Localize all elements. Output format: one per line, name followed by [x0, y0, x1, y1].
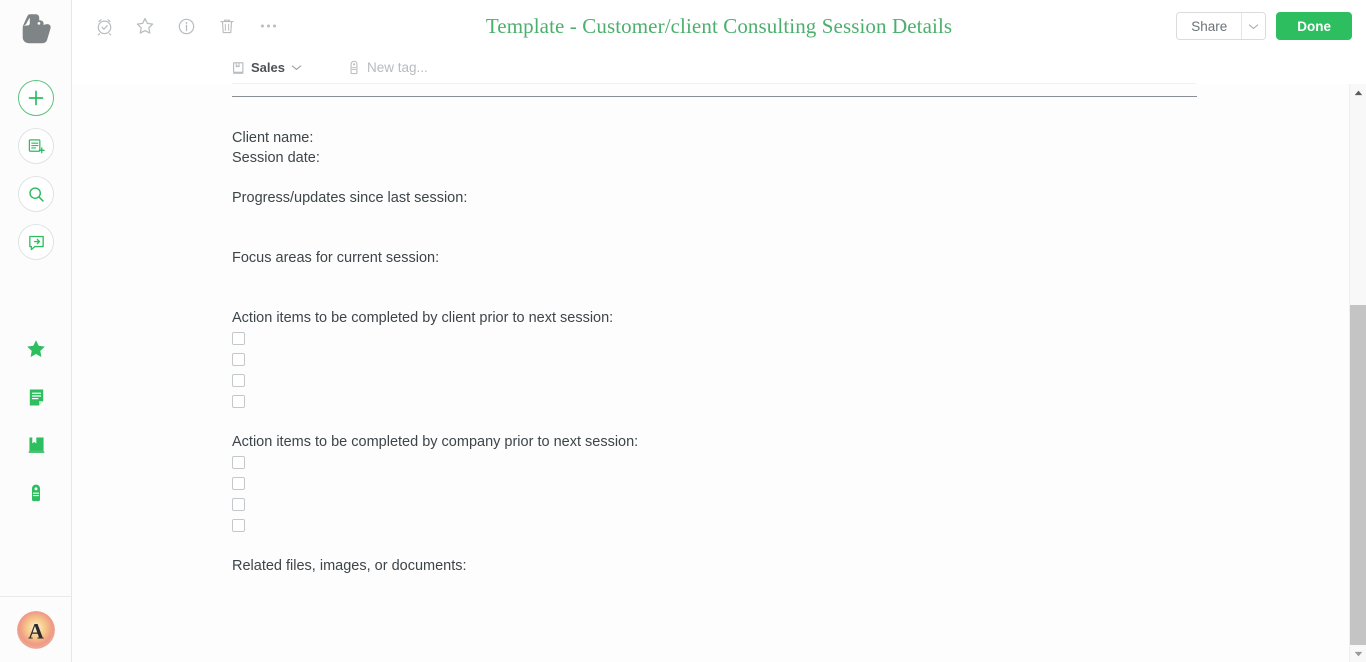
note-paragraph[interactable]: Action items to be completed by company …: [232, 432, 1232, 452]
note-plus-icon: [28, 138, 45, 153]
scroll-up-button[interactable]: [1350, 84, 1366, 101]
new-from-template-button[interactable]: [18, 128, 54, 164]
left-rail: A: [0, 0, 72, 662]
rail-navigation: [0, 325, 72, 517]
note-paragraph[interactable]: Client name:: [232, 128, 1232, 148]
note-paragraph[interactable]: Focus areas for current session:: [232, 248, 1232, 268]
note-info-button[interactable]: [174, 14, 198, 38]
share-arrow-icon: [28, 235, 44, 250]
star-outline-icon: [136, 17, 154, 34]
avatar[interactable]: A: [17, 610, 55, 649]
checkbox[interactable]: [232, 353, 245, 366]
horizontal-rule: [232, 96, 1197, 97]
avatar-initial: A: [28, 619, 44, 643]
note-icon: [29, 388, 43, 406]
tag-icon: [32, 484, 40, 502]
note-paragraph[interactable]: Progress/updates since last session:: [232, 188, 1232, 208]
scrollbar-thumb[interactable]: [1350, 305, 1366, 645]
search-button[interactable]: [18, 176, 54, 212]
favorite-button[interactable]: [133, 14, 157, 38]
share-button[interactable]: Share: [1177, 13, 1242, 39]
info-circle-icon: [178, 18, 194, 34]
sidebar-item-shortcuts[interactable]: [0, 325, 72, 373]
note-metadata-bar: Sales New tag...: [232, 52, 1196, 84]
note-body[interactable]: Client name: Session date: Progress/update…: [232, 128, 1232, 576]
scrollbar-track[interactable]: [1350, 101, 1366, 645]
note-paragraph[interactable]: Session date:: [232, 148, 1232, 168]
rail-quick-actions: [0, 80, 72, 272]
checklist-item[interactable]: [232, 473, 1232, 494]
checkbox[interactable]: [232, 374, 245, 387]
plus-icon: [28, 90, 44, 106]
search-icon: [28, 186, 44, 202]
chevron-down-icon: [1249, 23, 1259, 29]
note-action-icons: [92, 0, 280, 52]
share-note-button[interactable]: [18, 224, 54, 260]
notebook-name: Sales: [251, 60, 285, 75]
checkbox[interactable]: [232, 332, 245, 345]
share-dropdown-button[interactable]: [1241, 13, 1266, 39]
checkbox[interactable]: [232, 477, 245, 490]
note-editor-scroll-area[interactable]: Client name: Session date: Progress/update…: [72, 84, 1349, 662]
reminder-button[interactable]: [92, 14, 116, 38]
note-toolbar: Template - Customer/client Consulting Se…: [72, 0, 1366, 52]
note-paragraph[interactable]: Related files, images, or documents:: [232, 556, 1232, 576]
checkbox[interactable]: [232, 395, 245, 408]
checklist-item[interactable]: [232, 391, 1232, 412]
note-paragraph[interactable]: Action items to be completed by client p…: [232, 308, 1232, 328]
star-icon: [27, 340, 45, 357]
sidebar-item-notebooks[interactable]: [0, 421, 72, 469]
ellipsis-icon: [260, 24, 276, 28]
sidebar-item-tags[interactable]: [0, 469, 72, 517]
share-button-group: Share: [1176, 12, 1267, 40]
tag-input-placeholder: New tag...: [366, 60, 428, 75]
checkbox[interactable]: [232, 498, 245, 511]
notebook-icon: [28, 436, 44, 453]
done-button[interactable]: Done: [1276, 12, 1352, 40]
evernote-window: A Template - Customer/client Consulting …: [0, 0, 1366, 662]
alarm-clock-icon: [97, 18, 111, 36]
more-options-button[interactable]: [256, 14, 280, 38]
checklist-item[interactable]: [232, 370, 1232, 391]
new-note-button[interactable]: [18, 80, 54, 116]
tag-icon: [350, 60, 358, 75]
notebook-selector[interactable]: Sales: [232, 60, 306, 75]
app-logo[interactable]: [0, 0, 72, 55]
checklist-item[interactable]: [232, 349, 1232, 370]
account-area: A: [0, 596, 72, 662]
tag-input-area[interactable]: New tag...: [348, 60, 428, 75]
notebook-icon: [233, 61, 244, 74]
trash-icon: [220, 19, 234, 33]
checklist-item[interactable]: [232, 328, 1232, 349]
checklist-item[interactable]: [232, 452, 1232, 473]
checkbox[interactable]: [232, 456, 245, 469]
checklist-item[interactable]: [232, 515, 1232, 536]
triangle-up-icon: [1354, 90, 1363, 95]
evernote-elephant-icon: [22, 13, 51, 43]
scroll-down-button[interactable]: [1350, 645, 1366, 662]
delete-note-button[interactable]: [215, 14, 239, 38]
vertical-scrollbar[interactable]: [1349, 84, 1366, 662]
checklist-item[interactable]: [232, 494, 1232, 515]
toolbar-right-actions: Share Done: [1176, 0, 1352, 52]
triangle-down-icon: [1354, 651, 1363, 656]
chevron-down-icon: [291, 65, 302, 70]
checkbox[interactable]: [232, 519, 245, 532]
sidebar-item-notes[interactable]: [0, 373, 72, 421]
